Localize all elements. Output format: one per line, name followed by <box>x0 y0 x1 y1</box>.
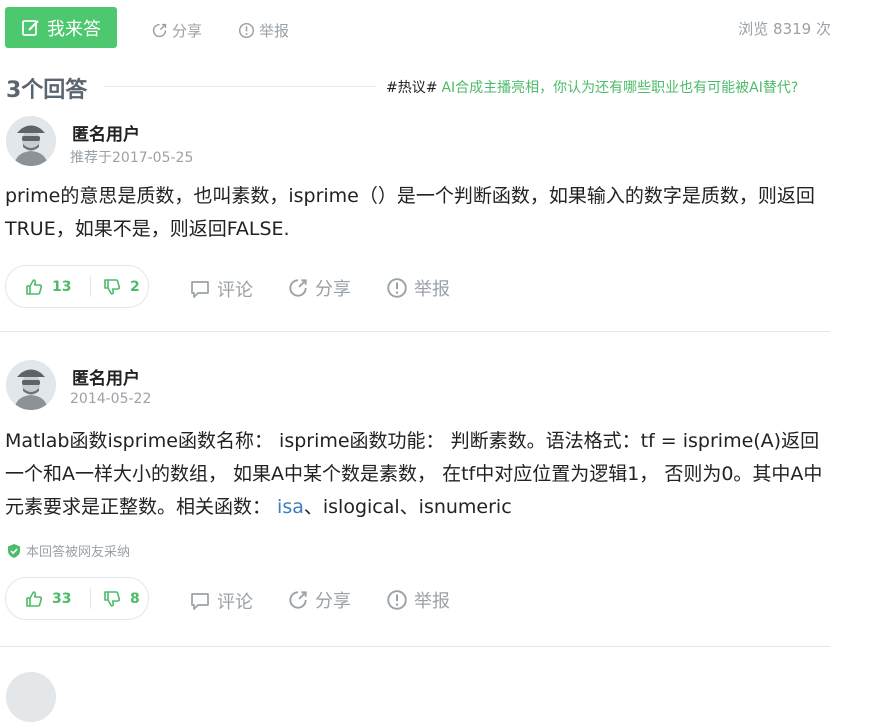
share-icon <box>289 279 307 297</box>
answer-divider <box>0 331 830 332</box>
answer-content: Matlab函数isprime函数名称： isprime函数功能： 判断素数。语… <box>5 425 830 524</box>
adopted-label: 本回答被网友采纳 <box>26 545 131 560</box>
thumbs-down-icon <box>104 590 121 607</box>
view-count: 浏览 8319 次 <box>738 20 831 38</box>
comment-button[interactable]: 评论 <box>189 588 253 614</box>
dislike-count: 2 <box>130 278 140 295</box>
answer-button-label: 我来答 <box>47 18 101 40</box>
anonymous-user-icon <box>6 116 56 166</box>
comment-button[interactable]: 评论 <box>189 276 253 302</box>
hot-topic-link[interactable]: #热议# AI合成主播亮相，你认为还有哪些职业也有可能被AI替代? <box>386 77 798 97</box>
answer-button[interactable]: 我来答 <box>5 7 117 48</box>
report-icon <box>387 278 407 298</box>
report-icon <box>238 22 255 39</box>
share-label: 分享 <box>172 22 203 40</box>
avatar[interactable] <box>6 116 56 166</box>
avatar[interactable] <box>6 360 56 410</box>
vote-pill: 33 8 <box>5 577 149 620</box>
thumbs-down-icon <box>104 278 121 295</box>
like-button[interactable]: 13 <box>24 266 71 307</box>
answer-date: 2014-05-22 <box>70 391 152 407</box>
report-button[interactable]: 举报 <box>386 587 450 613</box>
hot-topic-tag: #热议# <box>386 80 438 96</box>
report-label: 举报 <box>414 591 450 612</box>
answer-divider <box>0 646 830 647</box>
share-label: 分享 <box>315 279 351 300</box>
like-count: 33 <box>52 590 72 607</box>
report-button[interactable]: 举报 <box>386 275 450 301</box>
thumbs-up-icon <box>26 278 43 295</box>
question-toolbar: 我来答 分享 举报 浏览 8319 次 <box>0 0 869 60</box>
comment-label: 评论 <box>217 280 253 301</box>
adopted-badge: 本回答被网友采纳 <box>6 541 130 560</box>
answer-text-tail: 、islogical、isnumeric <box>303 496 512 518</box>
share-button[interactable]: 分享 <box>287 275 351 301</box>
comment-icon <box>191 593 209 610</box>
hot-topic-text: AI合成主播亮相，你认为还有哪些职业也有可能被AI替代? <box>441 80 799 96</box>
username: 匿名用户 <box>72 369 140 389</box>
header-divider <box>104 86 376 87</box>
vote-divider <box>90 276 91 297</box>
like-count: 13 <box>52 278 72 295</box>
anonymous-user-icon <box>6 360 56 410</box>
dislike-button[interactable]: 8 <box>102 578 140 619</box>
dislike-count: 8 <box>130 590 140 607</box>
report-label: 举报 <box>414 279 450 300</box>
like-button[interactable]: 33 <box>24 578 71 619</box>
shield-check-icon <box>8 543 20 558</box>
share-link[interactable]: 分享 <box>151 20 202 41</box>
vote-pill: 13 2 <box>5 265 149 308</box>
username: 匿名用户 <box>72 125 140 145</box>
share-icon <box>289 591 307 609</box>
edit-icon <box>22 19 39 36</box>
dislike-button[interactable]: 2 <box>102 266 140 307</box>
report-icon <box>387 590 407 610</box>
share-icon <box>152 23 167 38</box>
related-function-link[interactable]: isa <box>277 496 304 518</box>
report-link[interactable]: 举报 <box>238 20 289 41</box>
thumbs-up-icon <box>26 590 43 607</box>
share-button[interactable]: 分享 <box>287 587 351 613</box>
share-label: 分享 <box>315 591 351 612</box>
vote-divider <box>90 588 91 609</box>
answer-content: prime的意思是质数，也叫素数，isprime（）是一个判断函数，如果输入的数… <box>5 185 815 240</box>
comment-icon <box>191 281 209 298</box>
comment-label: 评论 <box>217 592 253 613</box>
answers-count: 3个回答 <box>6 78 88 103</box>
answer-date: 推荐于2017-05-25 <box>70 150 194 166</box>
report-label: 举报 <box>259 22 290 40</box>
